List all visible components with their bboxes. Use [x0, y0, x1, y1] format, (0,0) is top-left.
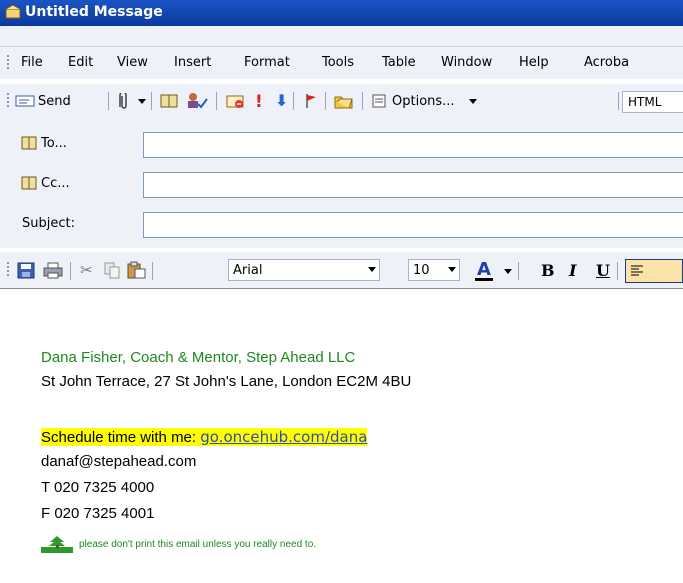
menu-tools[interactable]: Tools — [322, 55, 354, 70]
eco-note: please don't print this email unless you… — [41, 535, 316, 553]
toolbar-separator — [216, 92, 217, 110]
signature-email: danaf@stepahead.com — [41, 453, 197, 470]
schedule-line: Schedule time with me: go.oncehub.com/da… — [41, 428, 368, 446]
font-size-select[interactable]: 10 — [408, 259, 460, 281]
eco-note-text: please don't print this email unless you… — [79, 538, 317, 550]
menu-format[interactable]: Format — [244, 55, 290, 70]
message-header: To... Cc... Subject: — [0, 118, 683, 248]
paperclip-icon[interactable] — [118, 93, 130, 111]
toolbar-grip[interactable] — [7, 262, 9, 278]
permission-icon[interactable] — [226, 93, 244, 109]
message-app-icon — [5, 5, 21, 19]
font-color-button[interactable]: A — [474, 259, 496, 282]
open-folder-icon[interactable] — [334, 93, 354, 109]
menu-bar: File Edit View Insert Format Tools Table… — [0, 46, 683, 79]
toolbar-separator — [293, 92, 294, 110]
toolbar-separator — [152, 262, 153, 280]
attach-dropdown-icon[interactable] — [138, 99, 146, 104]
cut-icon[interactable]: ✂ — [80, 261, 93, 279]
italic-icon[interactable]: I — [569, 261, 576, 280]
send-button[interactable]: Send — [15, 91, 71, 111]
chevron-down-icon — [448, 267, 456, 272]
font-select[interactable]: Arial — [228, 259, 380, 281]
to-button[interactable]: To... — [21, 132, 67, 154]
copy-icon[interactable] — [104, 262, 120, 279]
toolbar-separator — [618, 92, 619, 110]
cc-button[interactable]: Cc... — [21, 172, 70, 194]
font-size-value: 10 — [413, 262, 430, 278]
bold-icon[interactable]: B — [541, 261, 555, 280]
cc-row: Cc... — [0, 168, 683, 200]
menu-view[interactable]: View — [117, 55, 148, 70]
to-field[interactable] — [143, 132, 683, 158]
options-button[interactable]: Options... — [372, 91, 477, 111]
title-bar: Untitled Message — [0, 0, 683, 26]
menu-file[interactable]: File — [21, 55, 43, 70]
window-title: Untitled Message — [25, 4, 163, 20]
low-importance-icon[interactable]: ⬇ — [275, 91, 288, 110]
cc-label: Cc... — [41, 175, 70, 191]
message-format-select[interactable]: HTML — [622, 91, 683, 113]
title-band — [0, 26, 683, 46]
toolbar-separator — [151, 92, 152, 110]
options-label: Options... — [392, 93, 455, 109]
message-body[interactable]: Dana Fisher, Coach & Mentor, Step Ahead … — [0, 289, 683, 583]
address-book-icon — [21, 136, 37, 150]
menu-edit[interactable]: Edit — [68, 55, 93, 70]
toolbar-separator — [70, 262, 71, 280]
align-left-button[interactable] — [625, 259, 683, 283]
signature-address-line: St John Terrace, 27 St John's Lane, Lond… — [41, 373, 412, 390]
signature-fax: F 020 7325 4001 — [41, 505, 155, 522]
subject-label: Subject: — [22, 216, 75, 231]
font-value: Arial — [233, 262, 263, 278]
underline-icon[interactable]: U — [596, 261, 610, 280]
menu-window[interactable]: Window — [441, 55, 492, 70]
font-color-dropdown-icon[interactable] — [504, 269, 512, 274]
signature-phone: T 020 7325 4000 — [41, 479, 155, 496]
menu-help[interactable]: Help — [519, 55, 549, 70]
schedule-link[interactable]: go.oncehub.com/dana — [200, 428, 367, 446]
formatting-toolbar: ✂ Arial 10 A B I U — [0, 252, 683, 289]
address-book-icon[interactable] — [160, 94, 178, 108]
font-color-icon: A — [477, 259, 491, 280]
address-book-icon — [21, 176, 37, 190]
menu-table[interactable]: Table — [382, 55, 416, 70]
to-row: To... — [0, 128, 683, 160]
chevron-down-icon — [368, 267, 376, 272]
align-left-icon — [631, 265, 643, 276]
print-icon[interactable] — [43, 262, 63, 279]
schedule-prefix: Schedule time with me: — [41, 429, 201, 446]
tree-icon — [41, 536, 73, 553]
options-dropdown-icon[interactable] — [468, 98, 477, 104]
send-label: Send — [38, 93, 71, 109]
save-icon[interactable] — [17, 262, 35, 279]
toolbar-grip[interactable] — [7, 93, 9, 109]
to-label: To... — [41, 135, 67, 151]
high-importance-icon[interactable]: ! — [255, 92, 263, 112]
signature-name-line: Dana Fisher, Coach & Mentor, Step Ahead … — [41, 349, 356, 366]
menu-insert[interactable]: Insert — [174, 55, 211, 70]
cc-field[interactable] — [143, 172, 683, 198]
subject-row: Subject: — [0, 208, 683, 240]
paste-icon[interactable] — [126, 261, 146, 279]
font-color-swatch — [475, 278, 493, 281]
message-format-value: HTML — [628, 95, 662, 109]
follow-up-flag-icon[interactable] — [304, 93, 318, 109]
standard-toolbar: Send ! ⬇ Options... HTML — [0, 84, 683, 118]
toolbar-separator — [362, 92, 363, 110]
options-icon — [372, 94, 386, 108]
check-names-icon[interactable] — [186, 92, 208, 110]
menu-grip[interactable] — [7, 55, 9, 71]
toolbar-separator — [325, 92, 326, 110]
subject-field[interactable] — [143, 212, 683, 238]
toolbar-separator — [518, 262, 519, 280]
menu-acrobat[interactable]: Acroba — [584, 55, 629, 70]
toolbar-separator — [617, 262, 618, 280]
send-icon — [15, 95, 35, 107]
toolbar-separator — [108, 92, 109, 110]
